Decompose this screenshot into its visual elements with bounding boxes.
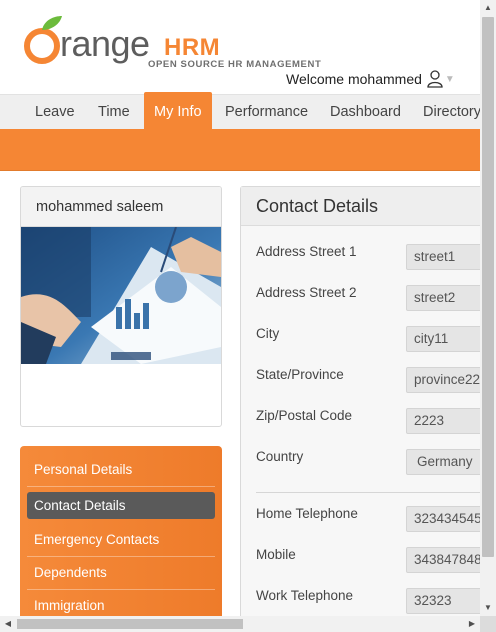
tab-time[interactable]: Time	[98, 95, 130, 130]
state-province-input[interactable]: province22	[406, 367, 480, 393]
tab-dashboard[interactable]: Dashboard	[330, 95, 401, 130]
home-telephone-input[interactable]: 323434545	[406, 506, 480, 532]
page-viewport: range HRM OPEN SOURCE HR MANAGEMENT Welc…	[0, 0, 480, 616]
orangehrm-logo[interactable]: range HRM OPEN SOURCE HR MANAGEMENT	[22, 12, 321, 74]
side-item-contact-details[interactable]: Contact Details	[27, 492, 215, 519]
vertical-scrollbar[interactable]: ▲ ▼	[480, 0, 496, 616]
side-item-personal-details[interactable]: Personal Details	[27, 454, 215, 487]
welcome-menu[interactable]: Welcome mohammed ▼	[286, 70, 455, 88]
field-label: Zip/Postal Code	[256, 408, 353, 423]
section-divider	[256, 492, 480, 493]
zip-code-input[interactable]: 2223	[406, 408, 480, 434]
submenu-bar	[0, 129, 480, 171]
logo-tagline: OPEN SOURCE HR MANAGEMENT	[148, 59, 322, 70]
user-icon	[427, 70, 443, 88]
address-street-1-input[interactable]: street1	[406, 244, 480, 270]
profile-photo[interactable]	[21, 227, 221, 364]
field-label: Address Street 2	[256, 285, 357, 300]
tab-performance[interactable]: Performance	[225, 95, 308, 130]
scroll-up-icon[interactable]: ▲	[480, 0, 496, 16]
tab-leave[interactable]: Leave	[35, 95, 75, 130]
scroll-right-icon[interactable]: ▶	[464, 616, 480, 632]
address-street-2-input[interactable]: street2	[406, 285, 480, 311]
field-label: Mobile	[256, 547, 296, 562]
main-nav: Leave Time My Info Performance Dashboard…	[0, 92, 480, 130]
field-label: City	[256, 326, 280, 341]
field-home-telephone: Home Telephone 323434545	[256, 506, 480, 532]
work-telephone-input[interactable]: 32323	[406, 588, 480, 614]
welcome-text[interactable]: Welcome mohammed	[286, 71, 422, 87]
scroll-left-icon[interactable]: ◀	[0, 616, 16, 632]
vertical-scroll-thumb[interactable]	[482, 17, 494, 557]
field-label: Work Telephone	[256, 588, 354, 603]
mobile-input[interactable]: 343847848	[406, 547, 480, 573]
field-country: Country Germany	[256, 449, 480, 475]
tab-my-info[interactable]: My Info	[144, 92, 212, 130]
city-input[interactable]: city11	[406, 326, 480, 352]
field-address-street-2: Address Street 2 street2	[256, 285, 480, 311]
field-city: City city11	[256, 326, 480, 352]
side-menu: Personal Details Contact Details Emergen…	[20, 446, 222, 616]
scroll-down-icon[interactable]: ▼	[480, 600, 496, 616]
field-work-telephone: Work Telephone 32323	[256, 588, 480, 614]
chevron-down-icon[interactable]: ▼	[445, 74, 455, 85]
profile-card: mohammed saleem	[20, 186, 222, 427]
side-item-immigration[interactable]: Immigration	[27, 590, 215, 616]
horizontal-scroll-thumb[interactable]	[17, 619, 243, 629]
scrollbar-corner	[480, 616, 496, 632]
country-select[interactable]: Germany	[406, 449, 480, 475]
field-address-street-1: Address Street 1 street1	[256, 244, 480, 270]
field-label: Home Telephone	[256, 506, 358, 521]
contact-details-panel: Contact Details Address Street 1 street1…	[240, 186, 480, 616]
side-item-dependents[interactable]: Dependents	[27, 557, 215, 590]
field-mobile: Mobile 343847848	[256, 547, 480, 573]
field-label: Address Street 1	[256, 244, 357, 259]
field-label: State/Province	[256, 367, 344, 382]
side-item-emergency-contacts[interactable]: Emergency Contacts	[27, 524, 215, 557]
logo-hrm: HRM	[164, 34, 221, 61]
field-state-province: State/Province province22	[256, 367, 480, 393]
tab-directory[interactable]: Directory	[423, 95, 480, 130]
field-label: Country	[256, 449, 304, 464]
horizontal-scrollbar[interactable]: ◀ ▶	[0, 616, 480, 632]
field-zip-code: Zip/Postal Code 2223	[256, 408, 480, 434]
logo-wordmark: range	[60, 23, 150, 64]
panel-title: Contact Details	[241, 187, 480, 226]
profile-name: mohammed saleem	[21, 187, 221, 227]
